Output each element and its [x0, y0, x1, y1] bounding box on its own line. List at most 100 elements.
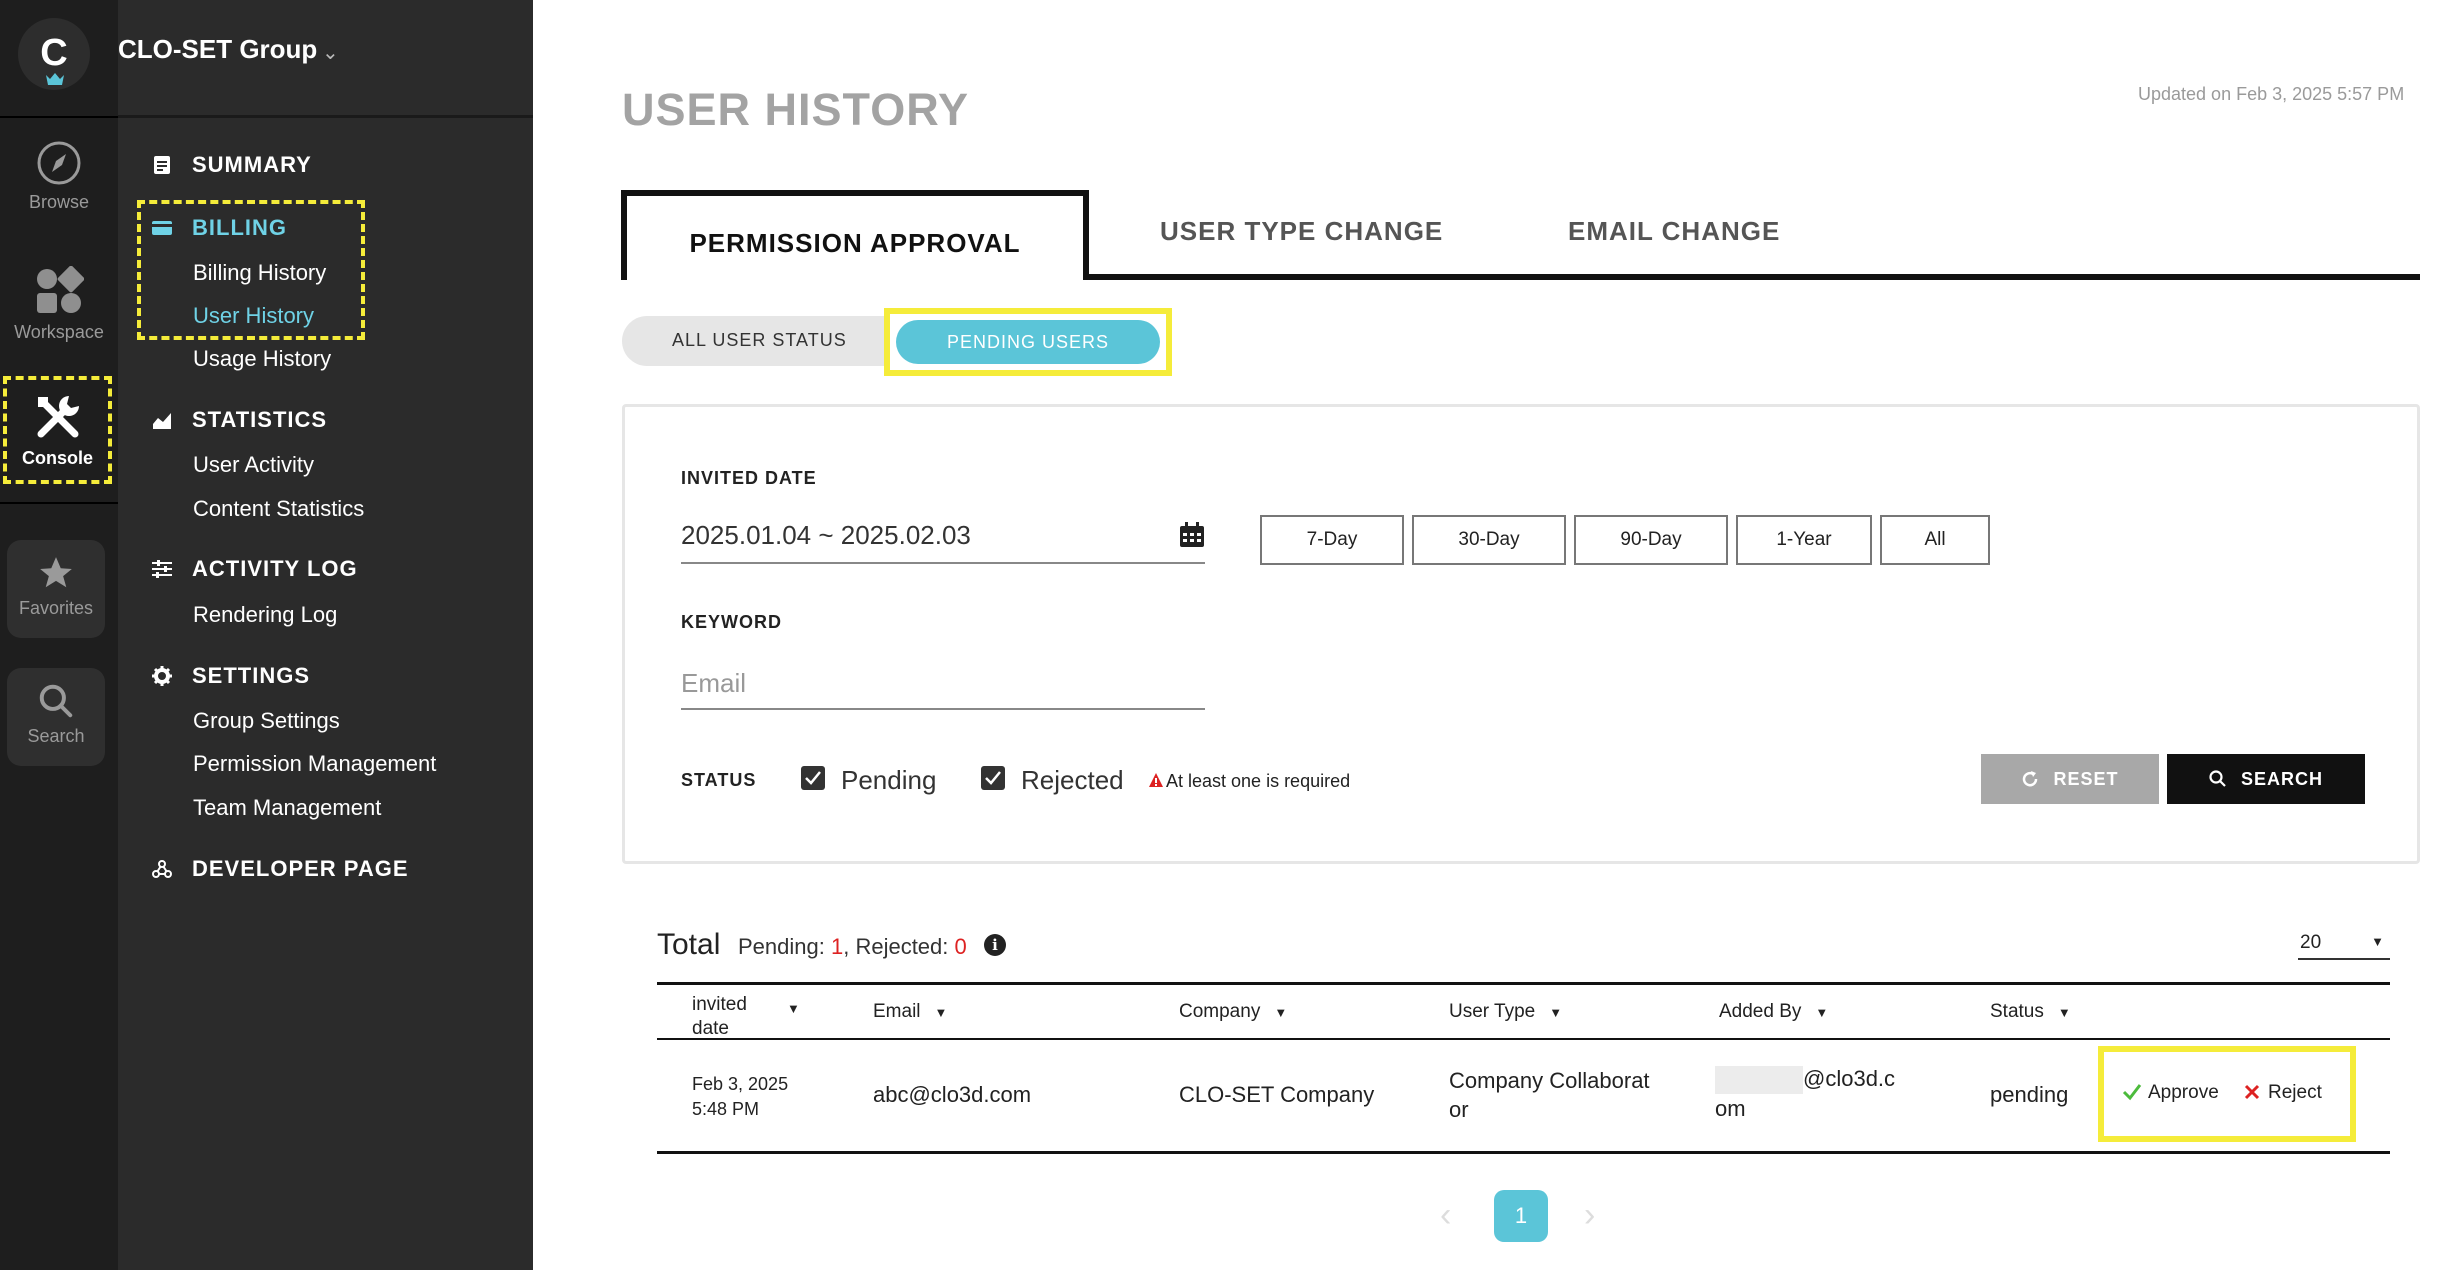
th-invited-date[interactable]: invited date — [692, 993, 747, 1041]
range-all-button[interactable]: All — [1880, 515, 1990, 565]
caret-down-icon: ▼ — [2371, 934, 2384, 949]
th-user-type-label: User Type — [1449, 1001, 1536, 1022]
gear-icon — [152, 666, 172, 686]
group-header[interactable]: CLO-SET Group ⌄ — [118, 0, 533, 118]
pending-checkbox-label[interactable]: Pending — [841, 765, 936, 796]
status-label: STATUS — [681, 770, 757, 790]
row-added-by: @clo3d.c om — [1715, 1064, 1895, 1124]
keyword-email-input[interactable]: Email — [681, 656, 1205, 710]
approve-button-label: Approve — [2148, 1082, 2219, 1103]
info-icon[interactable]: i — [984, 934, 1006, 956]
sort-icon[interactable]: ▼ — [787, 1001, 800, 1016]
group-avatar-letter: C — [40, 32, 68, 74]
th-company[interactable]: Company ▼ — [1179, 1001, 1287, 1023]
chart-icon — [153, 413, 171, 429]
app-rail: C Browse Workspace Console Favorites Sea… — [0, 0, 118, 1270]
warning-icon — [1149, 773, 1163, 787]
search-button-label: SEARCH — [2240, 769, 2323, 789]
row-user-type-line1: Company Collaborat — [1449, 1068, 1650, 1093]
nav-statistics-label: STATISTICS — [192, 407, 328, 432]
summary-icon — [154, 156, 170, 174]
approve-button[interactable]: Approve — [2122, 1082, 2219, 1104]
rail-console[interactable]: Console — [3, 376, 112, 484]
sort-icon: ▼ — [1274, 1005, 1288, 1020]
nav-billing-history[interactable]: Billing History — [193, 260, 326, 286]
reject-button[interactable]: Reject — [2244, 1082, 2322, 1104]
search-icon — [39, 684, 73, 718]
nav-team-management[interactable]: Team Management — [193, 795, 381, 821]
row-email: abc@clo3d.com — [873, 1082, 1032, 1107]
page-1-button[interactable]: 1 — [1494, 1190, 1548, 1242]
rejected-checkbox-label[interactable]: Rejected — [1021, 765, 1124, 796]
tab-user-type-change[interactable]: USER TYPE CHANGE — [1160, 216, 1443, 247]
crown-icon — [46, 73, 64, 85]
page-size-select[interactable]: 20 ▼ — [2298, 920, 2390, 960]
th-email-label: Email — [873, 1001, 921, 1022]
keyword-label: KEYWORD — [681, 612, 782, 632]
chevron-left-icon[interactable]: ‹ — [1440, 1196, 1451, 1235]
pending-label: Pending: — [738, 934, 831, 959]
rejected-checkbox[interactable] — [981, 766, 1005, 790]
rail-console-label: Console — [21, 448, 93, 468]
range-30-day-button[interactable]: 30-Day — [1412, 515, 1566, 565]
nav-rendering-log[interactable]: Rendering Log — [193, 602, 337, 628]
nav-user-history[interactable]: User History — [193, 303, 314, 329]
reject-button-label: Reject — [2268, 1082, 2322, 1103]
chevron-right-icon[interactable]: › — [1584, 1196, 1595, 1235]
th-added-by[interactable]: Added By ▼ — [1719, 1001, 1828, 1023]
group-avatar[interactable]: C — [18, 18, 90, 90]
nav-usage-history[interactable]: Usage History — [193, 346, 331, 372]
th-invited-date-line1: invited — [692, 994, 747, 1015]
row-date-line2: 5:48 PM — [692, 1099, 760, 1119]
page-size-value: 20 — [2300, 932, 2322, 953]
console-sidebar: CLO-SET Group ⌄ SUMMARY BILLING Billing … — [118, 0, 533, 1270]
reset-button-label: RESET — [2053, 769, 2119, 789]
webhook-icon — [152, 860, 172, 878]
row-added-by-line2: om — [1715, 1096, 1746, 1122]
keyword-placeholder: Email — [681, 668, 747, 698]
nav-content-statistics[interactable]: Content Statistics — [193, 496, 364, 522]
row-date-line1: Feb 3, 2025 — [692, 1074, 789, 1094]
rail-workspace-label: Workspace — [14, 322, 104, 342]
sort-icon: ▼ — [934, 1005, 948, 1020]
tab-email-change[interactable]: EMAIL CHANGE — [1568, 216, 1780, 247]
range-7-day-button[interactable]: 7-Day — [1260, 515, 1404, 565]
range-1-year-button[interactable]: 1-Year — [1736, 515, 1872, 565]
rail-workspace[interactable]: Workspace — [0, 266, 118, 343]
total-summary: Pending: 1, Rejected: 0 — [738, 934, 967, 960]
range-90-day-button[interactable]: 90-Day — [1574, 515, 1728, 565]
pending-count: 1 — [830, 934, 844, 959]
th-invited-date-line2: date — [692, 1018, 729, 1039]
rail-favorites-label: Favorites — [18, 598, 94, 618]
rail-browse[interactable]: Browse — [0, 140, 118, 213]
th-status[interactable]: Status ▼ — [1990, 1001, 2071, 1023]
toggle-pending-users[interactable]: PENDING USERS — [896, 320, 1160, 364]
pending-checkbox[interactable] — [801, 766, 825, 790]
row-user-type: Company Collaborat or — [1449, 1066, 1650, 1124]
nav-user-activity[interactable]: User Activity — [193, 452, 314, 478]
th-email[interactable]: Email ▼ — [873, 1001, 947, 1023]
toggle-all-user-status[interactable]: ALL USER STATUS — [672, 330, 847, 351]
rail-search[interactable]: Search — [7, 668, 105, 766]
search-button[interactable]: SEARCH — [2167, 754, 2365, 804]
rail-browse-label: Browse — [28, 192, 90, 212]
total-label: Total — [657, 928, 721, 961]
nav-billing-label: BILLING — [192, 215, 287, 240]
th-user-type[interactable]: User Type ▼ — [1449, 1001, 1562, 1023]
nav-permission-management[interactable]: Permission Management — [193, 751, 436, 777]
th-company-label: Company — [1179, 1001, 1261, 1022]
calendar-icon[interactable] — [1179, 522, 1205, 548]
close-icon — [2244, 1084, 2260, 1100]
reset-button[interactable]: RESET — [1981, 754, 2159, 804]
sliders-icon — [152, 560, 172, 578]
compass-icon — [37, 141, 81, 185]
rail-divider — [0, 502, 118, 504]
nav-group-settings[interactable]: Group Settings — [193, 708, 340, 734]
check-icon — [805, 771, 821, 785]
tab-permission-approval[interactable]: PERMISSION APPROVAL — [621, 190, 1089, 280]
date-range-input[interactable]: 2025.01.04 ~ 2025.02.03 — [681, 512, 1205, 564]
rail-favorites[interactable]: Favorites — [7, 540, 105, 638]
date-range-value: 2025.01.04 ~ 2025.02.03 — [681, 520, 971, 550]
th-added-by-label: Added By — [1719, 1001, 1802, 1022]
redacted-block — [1715, 1066, 1803, 1095]
